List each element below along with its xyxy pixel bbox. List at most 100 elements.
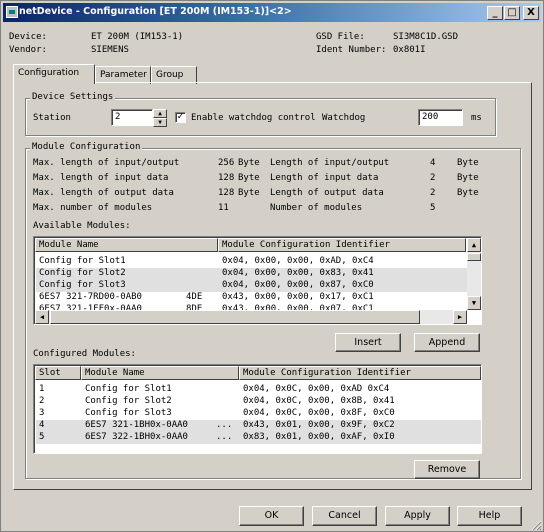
- mc-value2: 2: [430, 188, 436, 198]
- configured-module-id: 0x04, 0x0C, 0x00, 0xAD 0xC4: [243, 384, 390, 394]
- mc-value: 256: [218, 158, 235, 168]
- watchdog-input[interactable]: 200: [418, 109, 463, 126]
- available-module-row[interactable]: Config for Slot3 0x04, 0x00, 0x00, 0x87, …: [36, 280, 467, 292]
- available-header-id[interactable]: Module Configuration Identifier: [218, 238, 466, 252]
- configured-module-row[interactable]: 2 Config for Slot2 0x04, 0x0C, 0x00, 0x8B,…: [36, 396, 481, 408]
- available-module-row[interactable]: 6ES7 321-7RD00-0AB0 4DE 0x43, 0x00, 0x00, …: [36, 292, 467, 304]
- mc-value2: 2: [430, 173, 436, 183]
- vendor-value: SIEMENS: [91, 45, 129, 55]
- configured-module-row[interactable]: 4 6ES7 321-1BH0x-0AA0... 0x43, 0x01, 0x00,…: [36, 420, 481, 432]
- mc-label: Max. length of input data: [33, 173, 169, 183]
- mc-label: Max. length of output data: [33, 188, 174, 198]
- mc-value: 11: [218, 203, 229, 213]
- configured-module-slot: 3: [39, 408, 45, 418]
- configured-module-name: 6ES7 321-1BH0x-0AA0: [85, 420, 188, 430]
- available-modules-list[interactable]: Module Name Module Configuration Identif…: [33, 236, 482, 325]
- mc-label: Max. length of input/output: [33, 158, 180, 168]
- configured-header-id[interactable]: Module Configuration Identifier: [239, 366, 481, 380]
- configured-module-name: 6ES7 322-1BH0x-0AA0: [85, 432, 188, 442]
- mc-unit2: Byte: [457, 158, 479, 168]
- configured-module-name: Config for Slot3: [85, 408, 172, 418]
- device-label: Device:: [9, 32, 47, 42]
- configured-module-row[interactable]: 1 Config for Slot1 0x04, 0x0C, 0x00, 0xAD …: [36, 384, 481, 396]
- available-module-row[interactable]: Config for Slot1 0x04, 0x00, 0x00, 0xAD, …: [36, 256, 467, 268]
- available-module-id: 0x04, 0x00, 0x00, 0x83, 0x41: [222, 268, 374, 278]
- ok-button[interactable]: OK: [239, 506, 304, 526]
- configured-module-id: 0x04, 0x0C, 0x00, 0x8B, 0x41: [243, 396, 395, 406]
- configured-module-id: 0x83, 0x01, 0x00, 0xAF, 0xI0: [243, 432, 395, 442]
- available-module-name: Config for Slot3: [39, 280, 126, 290]
- station-label: Station: [33, 113, 71, 123]
- ident-value: 0x801I: [393, 45, 426, 55]
- configured-header-name[interactable]: Module Name: [81, 366, 239, 380]
- station-spin-down[interactable]: ▼: [153, 118, 167, 127]
- mc-unit: Byte: [238, 188, 260, 198]
- available-modules-title: Available Modules:: [33, 221, 131, 231]
- available-module-row[interactable]: Config for Slot2 0x04, 0x00, 0x00, 0x83, …: [36, 268, 467, 280]
- apply-button[interactable]: Apply: [385, 506, 450, 526]
- available-module-extra: 4DE: [186, 292, 203, 302]
- available-scroll-down[interactable]: ▼: [467, 296, 481, 310]
- watchdog-label: Watchdog: [322, 113, 366, 123]
- station-spin-up[interactable]: ▲: [153, 109, 167, 118]
- mc-label2: Length of input data: [270, 173, 379, 183]
- available-vscroll-thumb[interactable]: [467, 253, 481, 261]
- config-window: netDevice - Configuration [ET 200M (IM15…: [0, 0, 544, 532]
- configured-modules-title: Configured Modules:: [33, 349, 136, 359]
- ident-label: Ident Number:: [316, 45, 387, 55]
- mc-unit2: Byte: [457, 173, 479, 183]
- append-button[interactable]: Append: [414, 333, 480, 352]
- available-scroll-left[interactable]: ◀: [35, 310, 49, 324]
- configured-module-row[interactable]: 5 6ES7 322-1BH0x-0AA0... 0x83, 0x01, 0x00,…: [36, 432, 481, 444]
- watchdog-checkbox[interactable]: ✓: [175, 112, 186, 123]
- watchdog-check-label: Enable watchdog control: [191, 113, 316, 123]
- available-module-id: 0x04, 0x00, 0x00, 0x87, 0xC0: [222, 280, 374, 290]
- title-bar[interactable]: netDevice - Configuration [ET 200M (IM15…: [3, 3, 541, 22]
- available-header-name[interactable]: Module Name: [35, 238, 218, 252]
- help-button[interactable]: Help: [457, 506, 522, 526]
- configured-modules-list[interactable]: Slot Module Name Module Configuration Id…: [33, 364, 482, 454]
- configured-module-slot: 2: [39, 396, 45, 406]
- configured-module-row[interactable]: 3 Config for Slot3 0x04, 0x0C, 0x00, 0x8F,…: [36, 408, 481, 420]
- mc-value: 128: [218, 188, 235, 198]
- cancel-button[interactable]: Cancel: [312, 506, 377, 526]
- configured-module-extra: ...: [216, 432, 233, 442]
- mc-value: 128: [218, 173, 235, 183]
- configured-module-name: Config for Slot2: [85, 396, 172, 406]
- configured-module-name: Config for Slot1: [85, 384, 172, 394]
- mc-value2: 4: [430, 158, 436, 168]
- configured-module-slot: 5: [39, 432, 45, 442]
- station-input[interactable]: 2: [111, 109, 153, 126]
- tab-configuration[interactable]: Configuration: [13, 64, 95, 84]
- mc-unit: Byte: [238, 158, 260, 168]
- available-scroll-up[interactable]: ▲: [467, 238, 481, 252]
- available-hscroll-thumb[interactable]: [50, 310, 420, 324]
- mc-label2: Length of output data: [270, 188, 384, 198]
- size-grip-icon[interactable]: [530, 519, 542, 531]
- device-value: ET 200M (IM153-1): [91, 32, 184, 42]
- available-module-name: Config for Slot1: [39, 256, 126, 266]
- module-configuration-title: Module Configuration: [30, 142, 143, 152]
- available-module-id: 0x04, 0x00, 0x00, 0xAD, 0xC4: [222, 256, 374, 266]
- maximize-button[interactable]: □: [504, 6, 520, 20]
- insert-button[interactable]: Insert: [335, 333, 401, 352]
- remove-button[interactable]: Remove: [414, 460, 480, 479]
- configured-module-slot: 1: [39, 384, 45, 394]
- configured-header-slot[interactable]: Slot: [35, 366, 81, 380]
- minimize-button[interactable]: _: [487, 6, 503, 20]
- app-icon: [6, 6, 18, 18]
- available-module-id: 0x43, 0x00, 0x00, 0x17, 0xC1: [222, 292, 374, 302]
- mc-label2: Number of modules: [270, 203, 363, 213]
- vendor-label: Vendor:: [9, 45, 47, 55]
- gsd-label: GSD File:: [316, 32, 365, 42]
- configured-module-slot: 4: [39, 420, 45, 430]
- available-module-name: 6ES7 321-7RD00-0AB0: [39, 292, 142, 302]
- gsd-value: SI3M8C1D.GSD: [393, 32, 459, 42]
- close-button[interactable]: X: [523, 6, 539, 20]
- mc-unit2: Byte: [457, 188, 479, 198]
- mc-label: Max. number of modules: [33, 203, 153, 213]
- watchdog-unit: ms: [471, 113, 482, 123]
- configured-module-id: 0x43, 0x01, 0x00, 0x9F, 0xC2: [243, 420, 395, 430]
- mc-value2: 5: [430, 203, 436, 213]
- available-scroll-right[interactable]: ▶: [453, 310, 467, 324]
